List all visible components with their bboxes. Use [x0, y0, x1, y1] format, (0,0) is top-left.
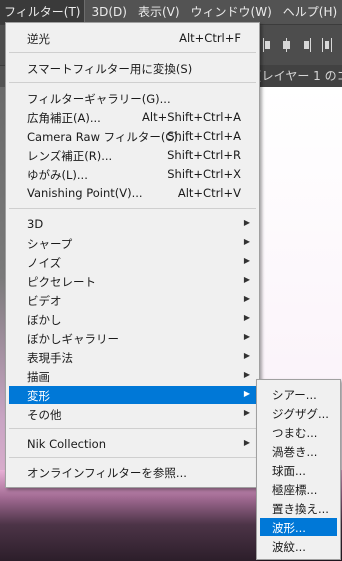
- menu-item-label: シャープ: [27, 237, 73, 251]
- menu-item-label: オンラインフィルターを参照...: [27, 466, 187, 480]
- menu-separator: [9, 208, 256, 209]
- menu-item-lens-correction[interactable]: レンズ補正(R)... Shift+Ctrl+R: [9, 146, 256, 164]
- submenu-item-wave[interactable]: 波形...: [260, 518, 337, 536]
- menu-separator: [9, 457, 256, 458]
- menu-item-video[interactable]: ビデオ ▶: [9, 291, 256, 309]
- menu-bar: フィルター(T) 3D(D) 表示(V) ウィンドウ(W) ヘルプ(H): [0, 0, 342, 25]
- menubar-3d[interactable]: 3D(D): [87, 0, 130, 24]
- triangle-right-icon: ▶: [243, 256, 250, 265]
- triangle-right-icon: ▶: [243, 438, 250, 447]
- menu-item-sharpen[interactable]: シャープ ▶: [9, 234, 256, 252]
- menu-item-label: レンズ補正(R)...: [27, 149, 113, 163]
- menu-item-adaptive-wide-angle[interactable]: 広角補正(A)... Alt+Shift+Ctrl+A: [9, 108, 256, 126]
- menu-item-shortcut: Alt+Shift+Ctrl+A: [142, 110, 241, 124]
- submenu-item-label: 渦巻き...: [272, 445, 318, 459]
- menu-item-label: ビデオ: [27, 294, 62, 308]
- menubar-help[interactable]: ヘルプ(H): [279, 0, 341, 24]
- menu-item-label: ノイズ: [27, 256, 62, 270]
- triangle-right-icon: ▶: [243, 313, 250, 322]
- triangle-right-icon: ▶: [243, 275, 250, 284]
- submenu-item-displace[interactable]: 置き換え...: [260, 499, 337, 517]
- menu-item-camera-raw[interactable]: Camera Raw フィルター(C)... Shift+Ctrl+A: [9, 127, 256, 145]
- align-right-icon[interactable]: [302, 38, 312, 52]
- menu-item-filter-gallery[interactable]: フィルターギャラリー(G)...: [9, 89, 256, 107]
- triangle-right-icon: ▶: [243, 389, 250, 398]
- menu-item-last-filter[interactable]: 逆光 Alt+Ctrl+F: [9, 29, 256, 47]
- menu-item-label: その他: [27, 408, 62, 422]
- submenu-item-label: 置き換え...: [272, 502, 329, 516]
- menubar-view[interactable]: 表示(V): [134, 0, 184, 24]
- submenu-item-pinch[interactable]: つまむ...: [260, 423, 337, 441]
- submenu-item-spherize[interactable]: 球面...: [260, 461, 337, 479]
- menu-item-label: スマートフィルター用に変換(S): [27, 62, 193, 76]
- menu-item-stylize[interactable]: 表現手法 ▶: [9, 348, 256, 366]
- menubar-window[interactable]: ウィンドウ(W): [187, 0, 276, 24]
- submenu-item-label: 極座標...: [272, 483, 318, 497]
- menu-item-shortcut: Shift+Ctrl+R: [167, 148, 241, 162]
- triangle-right-icon: ▶: [243, 218, 250, 227]
- menu-item-label: 広角補正(A)...: [27, 111, 101, 125]
- submenu-item-shear[interactable]: シアー...: [260, 385, 337, 403]
- menu-separator: [9, 52, 256, 53]
- menu-item-label: フィルターギャラリー(G)...: [27, 92, 171, 106]
- menubar-filter[interactable]: フィルター(T): [0, 0, 86, 25]
- align-center-icon[interactable]: [282, 38, 292, 52]
- submenu-item-ripple[interactable]: 波紋...: [260, 537, 337, 555]
- submenu-item-label: 波紋...: [272, 540, 306, 554]
- menu-item-label: ピクセレート: [27, 275, 96, 289]
- menu-item-label: ぼかしギャラリー: [27, 332, 119, 346]
- submenu-item-label: 波形...: [272, 521, 306, 535]
- menu-item-shortcut: Shift+Ctrl+X: [167, 167, 241, 181]
- triangle-right-icon: ▶: [243, 408, 250, 417]
- document-tab[interactable]: (レイヤー 1 のコ: [257, 65, 342, 87]
- menu-item-label: ぼかし: [27, 313, 62, 327]
- menu-item-label: 逆光: [27, 32, 50, 46]
- menu-item-blur[interactable]: ぼかし ▶: [9, 310, 256, 328]
- triangle-right-icon: ▶: [243, 237, 250, 246]
- triangle-right-icon: ▶: [243, 370, 250, 379]
- align-icons: [262, 38, 332, 52]
- menu-item-blur-gallery[interactable]: ぼかしギャラリー ▶: [9, 329, 256, 347]
- menu-item-label: 描画: [27, 370, 50, 384]
- menu-item-label: 3D: [27, 217, 44, 231]
- menu-item-liquify[interactable]: ゆがみ(L)... Shift+Ctrl+X: [9, 165, 256, 183]
- distort-submenu: シアー... ジグザグ... つまむ... 渦巻き... 球面... 極座標..…: [256, 379, 341, 560]
- menu-item-distort[interactable]: 変形 ▶: [9, 386, 256, 404]
- menu-item-smart-filter[interactable]: スマートフィルター用に変換(S): [9, 59, 256, 77]
- triangle-right-icon: ▶: [243, 294, 250, 303]
- menu-item-shortcut: Alt+Ctrl+V: [177, 186, 241, 200]
- submenu-item-twirl[interactable]: 渦巻き...: [260, 442, 337, 460]
- menu-item-label: 表現手法: [27, 351, 73, 365]
- submenu-item-polar-coordinates[interactable]: 極座標...: [260, 480, 337, 498]
- submenu-item-label: つまむ...: [272, 426, 318, 440]
- menu-item-label: Vanishing Point(V)...: [27, 186, 143, 200]
- menu-item-label: Nik Collection: [27, 437, 106, 451]
- menu-item-label: Camera Raw フィルター(C)...: [27, 130, 189, 144]
- submenu-item-label: シアー...: [272, 388, 317, 402]
- menu-item-render[interactable]: 描画 ▶: [9, 367, 256, 385]
- submenu-item-label: 球面...: [272, 464, 306, 478]
- submenu-item-label: ジグザグ...: [272, 407, 329, 421]
- menu-item-shortcut: Alt+Ctrl+F: [179, 31, 241, 45]
- menu-item-noise[interactable]: ノイズ ▶: [9, 253, 256, 271]
- submenu-item-zigzag[interactable]: ジグザグ...: [260, 404, 337, 422]
- menu-item-browse-filters-online[interactable]: オンラインフィルターを参照...: [9, 463, 256, 481]
- menu-item-shortcut: Shift+Ctrl+A: [167, 129, 241, 143]
- distribute-icon[interactable]: [322, 38, 332, 52]
- menu-item-pixelate[interactable]: ピクセレート ▶: [9, 272, 256, 290]
- align-left-icon[interactable]: [262, 38, 272, 52]
- menu-item-label: 変形: [27, 389, 50, 403]
- menu-separator: [9, 428, 256, 429]
- triangle-right-icon: ▶: [243, 332, 250, 341]
- menu-item-other[interactable]: その他 ▶: [9, 405, 256, 423]
- menu-item-label: ゆがみ(L)...: [27, 168, 88, 182]
- menu-separator: [9, 82, 256, 83]
- menu-item-vanishing-point[interactable]: Vanishing Point(V)... Alt+Ctrl+V: [9, 184, 256, 202]
- filter-menu: 逆光 Alt+Ctrl+F スマートフィルター用に変換(S) フィルターギャラリ…: [5, 22, 260, 488]
- triangle-right-icon: ▶: [243, 351, 250, 360]
- menu-item-3d[interactable]: 3D ▶: [9, 215, 256, 233]
- menu-item-nik-collection[interactable]: Nik Collection ▶: [9, 435, 256, 453]
